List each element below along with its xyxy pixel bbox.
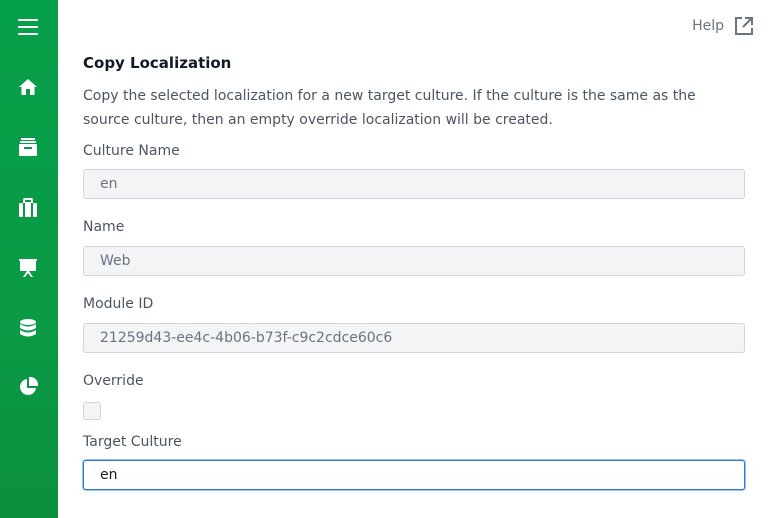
presentation-icon[interactable]: [17, 257, 39, 279]
page-description: Copy the selected localization for a new…: [83, 88, 696, 128]
help-label: Help: [692, 18, 724, 34]
sidebar: [0, 0, 58, 518]
culture-name-label: Culture Name: [83, 143, 180, 159]
override-label: Override: [83, 373, 144, 389]
module-id-input[interactable]: [83, 323, 745, 353]
archive-icon[interactable]: [17, 136, 39, 158]
home-icon[interactable]: [17, 76, 39, 98]
culture-name-input[interactable]: [83, 169, 745, 199]
name-label: Name: [83, 219, 125, 235]
help-link[interactable]: Help: [692, 14, 754, 38]
target-culture-label: Target Culture: [83, 434, 182, 450]
name-input[interactable]: [83, 246, 745, 276]
page-title: Copy Localization: [83, 54, 232, 72]
database-icon[interactable]: [17, 317, 39, 339]
briefcase-icon[interactable]: [17, 197, 39, 219]
menu-icon[interactable]: [17, 16, 39, 38]
target-culture-input[interactable]: [83, 460, 745, 490]
pie-chart-icon[interactable]: [17, 376, 39, 398]
override-checkbox[interactable]: [83, 402, 101, 420]
external-link-icon: [734, 16, 754, 36]
module-id-label: Module ID: [83, 296, 154, 312]
